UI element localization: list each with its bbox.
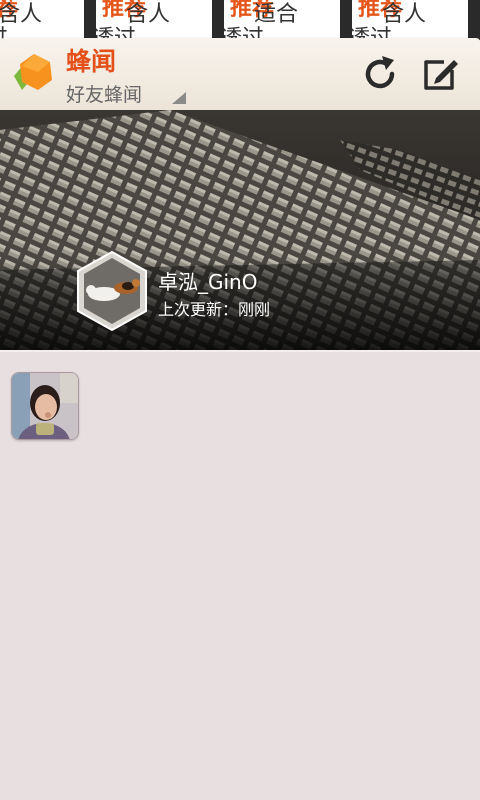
cover-banner: 卓泓_GinO 上次更新：刚刚 <box>0 110 480 350</box>
background-card: 推荐 含人 透过 <box>96 0 212 40</box>
user-avatar[interactable] <box>76 250 148 332</box>
banner-divider <box>0 350 480 352</box>
friend-photo <box>12 373 78 439</box>
card-text: 透过 <box>0 20 8 40</box>
app-logo-icon <box>14 54 52 90</box>
compose-icon[interactable] <box>420 54 460 94</box>
user-name[interactable]: 卓泓_GinO <box>158 266 257 295</box>
app-header: 蜂闻 好友蜂闻 <box>0 38 480 111</box>
feed-selector-label: 好友蜂闻 <box>66 84 143 106</box>
friend-avatar[interactable] <box>11 372 79 440</box>
dropdown-arrow-icon <box>172 92 186 104</box>
refresh-icon[interactable] <box>360 54 400 94</box>
card-text: 透过 <box>224 26 265 40</box>
app-title: 蜂闻 <box>66 47 117 76</box>
last-update-text: 上次更新：刚刚 <box>158 300 271 319</box>
card-text: 透过 <box>352 26 393 40</box>
background-cards-strip: 推荐 含人 透过 推荐 含人 透过 推荐 适合 透过 推荐 含人 透过 <box>0 0 480 40</box>
background-card: 推荐 含人 透过 <box>352 0 468 40</box>
card-text: 透过 <box>96 26 137 40</box>
background-card: 推荐 适合 透过 <box>224 0 340 40</box>
background-card: 推荐 含人 透过 <box>0 0 84 40</box>
